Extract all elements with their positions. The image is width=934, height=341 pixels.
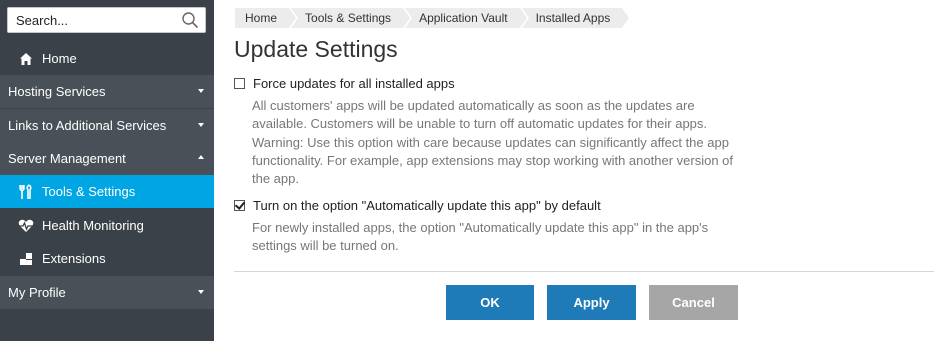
divider [234,271,934,272]
heart-pulse-icon [18,218,34,234]
option-force-updates: Force updates for all installed apps All… [234,76,734,188]
apply-button[interactable]: Apply [547,285,636,320]
sidebar-item-tools-settings[interactable]: Tools & Settings [0,175,214,208]
search-icon[interactable] [181,11,199,29]
sidebar-section-my-profile[interactable]: My Profile [0,276,214,309]
breadcrumb-home[interactable]: Home [235,8,299,28]
chevron-up-icon [198,155,204,159]
breadcrumb-installed-apps[interactable]: Installed Apps [521,8,631,28]
option-auto-update-default: Turn on the option "Automatically update… [234,198,734,256]
sidebar-item-extensions[interactable]: Extensions [0,242,214,275]
chevron-down-icon [198,89,204,93]
sidebar-item-label: Home [42,51,77,66]
extensions-icon [18,251,34,267]
tools-icon [18,183,34,200]
sidebar-section-hosting-services[interactable]: Hosting Services [0,75,214,108]
search-box [7,7,206,33]
sidebar-section-server-management[interactable]: Server Management [0,142,214,175]
option-label[interactable]: Force updates for all installed apps [253,76,455,91]
search-input[interactable] [8,8,178,32]
home-icon [18,51,34,67]
breadcrumb-application-vault[interactable]: Application Vault [405,8,529,28]
page-title: Update Settings [234,36,398,62]
sidebar-section-label: Links to Additional Services [8,118,167,133]
sidebar-section-label: My Profile [8,285,66,300]
option-description: For newly installed apps, the option "Au… [252,220,709,254]
breadcrumb: Home Tools & Settings Application Vault … [235,8,631,28]
chevron-down-icon [198,123,204,127]
auto-update-default-checkbox[interactable] [234,200,245,211]
sidebar: Home Hosting Services Links to Additiona… [0,0,214,341]
force-updates-checkbox[interactable] [234,78,245,89]
option-label[interactable]: Turn on the option "Automatically update… [253,198,601,213]
chevron-down-icon [198,290,204,294]
sidebar-item-label: Health Monitoring [42,218,144,233]
sidebar-item-home[interactable]: Home [0,42,214,75]
sidebar-section-label: Server Management [8,151,126,166]
breadcrumb-tools-settings[interactable]: Tools & Settings [291,8,413,28]
sidebar-item-health-monitoring[interactable]: Health Monitoring [0,209,214,242]
sidebar-section-label: Hosting Services [8,84,106,99]
sidebar-section-links-additional[interactable]: Links to Additional Services [0,109,214,142]
sidebar-item-label: Extensions [42,251,106,266]
cancel-button[interactable]: Cancel [649,285,738,320]
option-description: All customers' apps will be updated auto… [252,98,733,187]
sidebar-item-label: Tools & Settings [42,184,136,199]
ok-button[interactable]: OK [446,285,534,320]
